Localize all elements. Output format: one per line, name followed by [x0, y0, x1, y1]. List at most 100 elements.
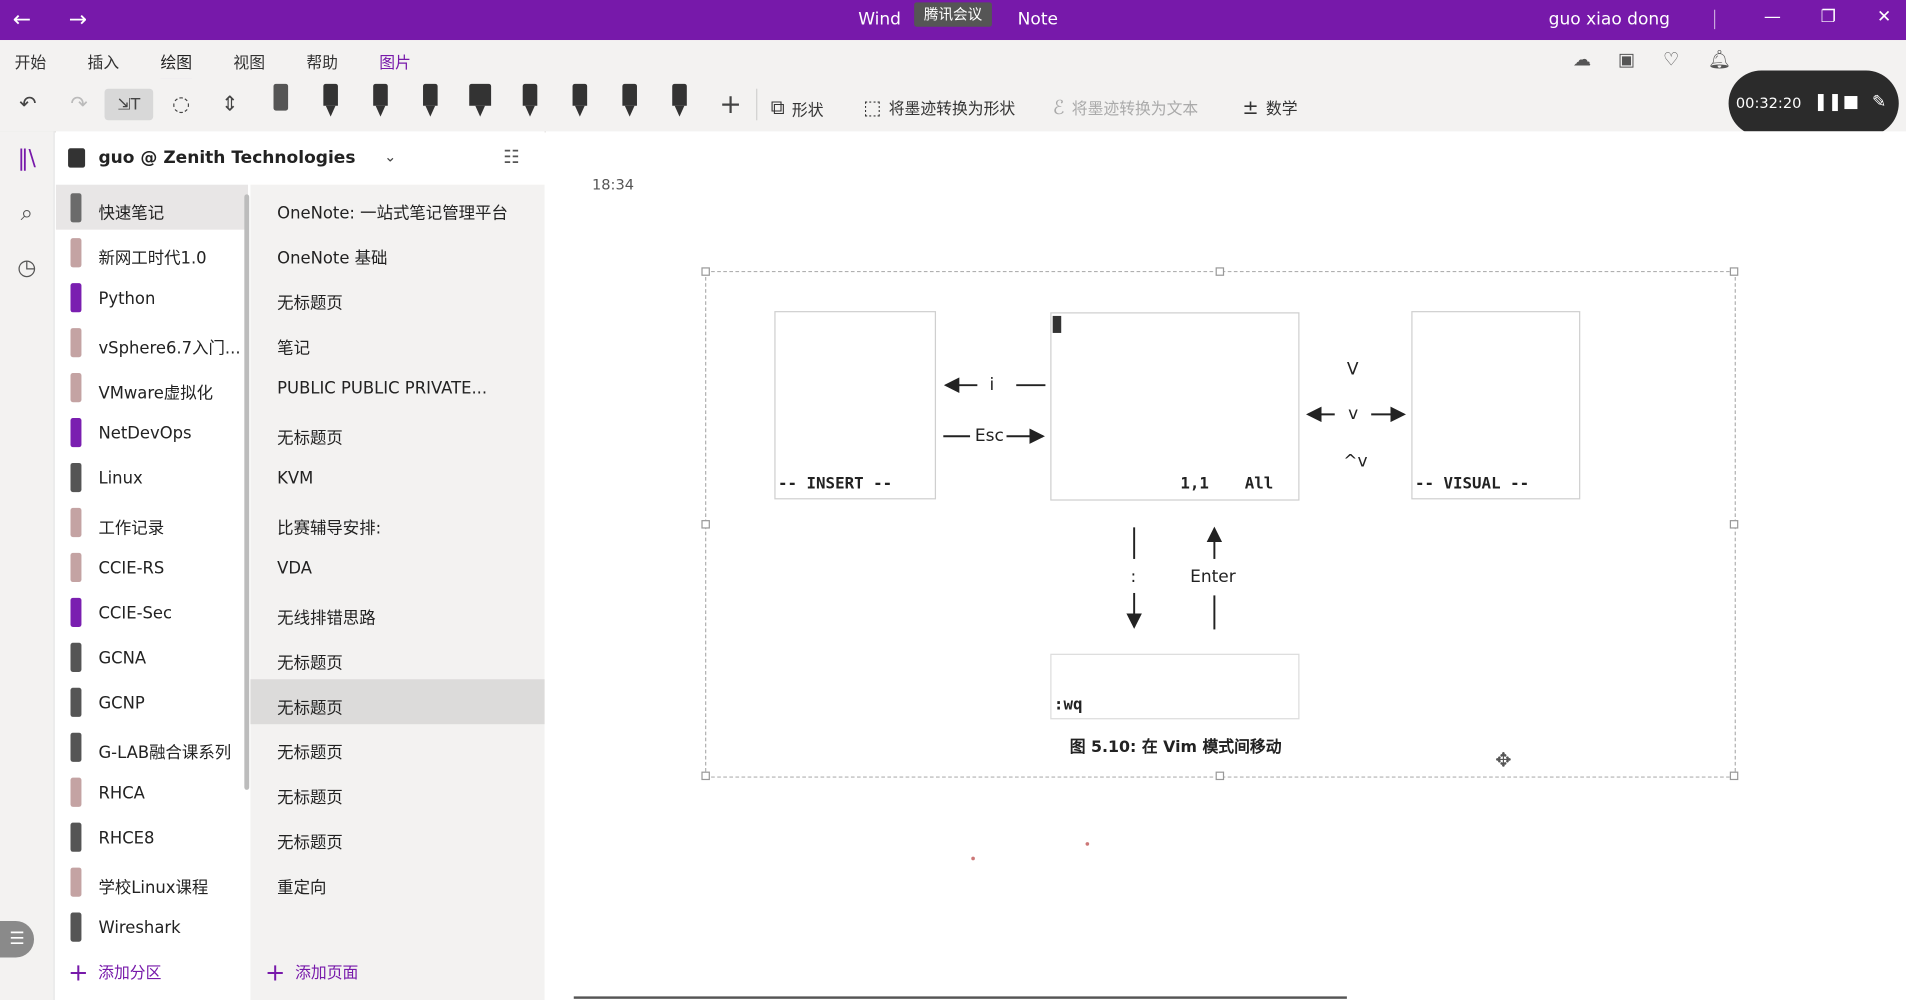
page-item[interactable]: 无标题页 — [250, 679, 545, 725]
page-item[interactable]: 无标题页 — [250, 814, 544, 859]
pen-tool-5-icon[interactable] — [571, 83, 588, 118]
page-item[interactable]: 无线排错思路 — [250, 589, 544, 634]
horizontal-scrollbar[interactable] — [573, 996, 1347, 999]
tab-insert[interactable]: 插入 — [88, 50, 120, 73]
section-item[interactable]: vSphere6.7入门... — [56, 320, 248, 365]
add-section-button[interactable]: + 添加分区 — [68, 956, 161, 987]
notebooks-icon[interactable]: ‖\ — [12, 143, 41, 172]
section-item[interactable]: 新网工时代1.0 — [56, 230, 248, 275]
stop-icon[interactable]: ■ — [1843, 92, 1859, 111]
back-arrow-icon[interactable]: ← — [7, 7, 36, 33]
page-item[interactable]: VDA — [250, 544, 544, 589]
pen-tool-2-icon[interactable] — [372, 83, 389, 118]
move-handle-icon[interactable]: ✥ — [1495, 749, 1511, 772]
sync-icon[interactable]: ☁ — [1573, 49, 1591, 71]
page-item[interactable]: KVM — [250, 454, 544, 499]
section-item[interactable]: RHCE8 — [56, 814, 248, 859]
math-button[interactable]: ± 数学 — [1242, 96, 1297, 119]
notebook-icon — [68, 148, 86, 168]
pen-annotate-icon[interactable]: ✎ — [1872, 92, 1886, 111]
section-item[interactable]: GCNP — [56, 679, 248, 724]
pen-tool-4-icon[interactable] — [521, 83, 538, 118]
notebook-header[interactable]: guo @ Zenith Technologies ⌄ ☷ — [55, 131, 545, 185]
highlighter-tool-icon[interactable] — [469, 83, 492, 118]
section-item[interactable]: Python — [56, 275, 248, 320]
tab-home[interactable]: 开始 — [15, 50, 47, 73]
section-item[interactable]: G-LAB融合课系列 — [56, 724, 248, 769]
ink-to-text-button[interactable]: ℰ 将墨迹转换为文本 — [1053, 96, 1199, 119]
search-icon[interactable]: ⌕ — [12, 198, 41, 227]
page-item[interactable]: PUBLIC PUBLIC PRIVATE... — [250, 365, 544, 410]
section-item[interactable]: RHCA — [56, 769, 248, 814]
tab-picture[interactable]: 图片 — [379, 50, 411, 73]
tab-draw[interactable]: 绘图 — [160, 50, 193, 82]
page-item[interactable]: 无标题页 — [250, 409, 544, 454]
sort-icon[interactable]: ☷ — [503, 146, 519, 168]
resize-handle[interactable] — [1729, 267, 1739, 276]
section-tab-icon — [70, 328, 82, 358]
pen-tool-6-icon[interactable] — [621, 83, 638, 118]
resize-handle[interactable] — [1215, 771, 1225, 781]
add-page-button[interactable]: + 添加页面 — [265, 959, 358, 983]
add-pen-icon[interactable]: + — [715, 89, 747, 121]
pen-tool-1-icon[interactable] — [322, 83, 339, 118]
chevron-down-icon[interactable]: ⌄ — [384, 148, 396, 165]
page-item[interactable]: 无标题页 — [250, 634, 544, 679]
forward-arrow-icon[interactable]: → — [63, 7, 92, 33]
pen-tool-7-icon[interactable] — [671, 83, 688, 118]
page-item[interactable]: OneNote: 一站式笔记管理平台 — [250, 185, 544, 230]
shapes-button[interactable]: ⧉ 形状 — [771, 96, 824, 120]
section-tab-icon — [70, 507, 82, 538]
ink-to-shape-button[interactable]: ⬚ 将墨迹转换为形状 — [863, 96, 1015, 119]
section-tab-icon — [70, 597, 82, 627]
eraser-tool-icon[interactable] — [272, 83, 289, 118]
minimize-icon[interactable]: — — [1758, 7, 1787, 26]
lasso-select-icon[interactable]: ◌ — [165, 89, 197, 121]
restore-icon[interactable]: ❐ — [1814, 7, 1843, 26]
resize-handle[interactable] — [701, 267, 710, 276]
add-space-icon[interactable]: ⇕ — [214, 89, 246, 121]
user-name[interactable]: guo xiao dong — [1549, 10, 1670, 29]
recent-clock-icon[interactable]: ◷ — [12, 253, 41, 282]
meeting-badge[interactable]: 腾讯会议 — [914, 2, 992, 27]
section-item[interactable]: 学校Linux课程 — [56, 859, 248, 904]
resize-handle[interactable] — [1215, 267, 1225, 276]
resize-handle[interactable] — [1729, 520, 1739, 529]
section-item[interactable]: 快速笔记 — [55, 184, 248, 230]
section-item[interactable]: CCIE-Sec — [56, 589, 248, 634]
type-select-icon[interactable]: ⇲T — [104, 88, 154, 121]
resize-handle[interactable] — [1729, 771, 1739, 781]
plus-icon: + — [68, 956, 89, 987]
resize-handle[interactable] — [701, 520, 710, 529]
lightbulb-icon[interactable]: ♡ — [1663, 49, 1679, 71]
page-item[interactable]: 无标题页 — [250, 769, 544, 814]
page-item[interactable]: 比赛辅导安排: — [250, 499, 544, 544]
section-tab-icon — [70, 822, 82, 852]
list-menu-icon[interactable]: ☰ — [0, 921, 35, 958]
section-item[interactable]: 工作记录 — [56, 499, 248, 544]
page-item[interactable]: 无标题页 — [250, 275, 544, 320]
section-item[interactable]: NetDevOps — [56, 409, 248, 454]
resize-handle[interactable] — [701, 771, 710, 781]
section-item[interactable]: GCNA — [56, 634, 248, 679]
section-item[interactable]: Linux — [56, 454, 248, 499]
section-item[interactable]: Wireshark — [56, 904, 248, 949]
page-item[interactable]: 笔记 — [250, 320, 544, 365]
section-item[interactable]: CCIE-RS — [56, 544, 248, 589]
page-item[interactable]: 无标题页 — [250, 724, 544, 769]
tab-view[interactable]: 视图 — [233, 50, 265, 73]
notification-bell-icon[interactable]: 🔔︎ — [1708, 49, 1731, 71]
redo-icon[interactable]: ↷ — [63, 89, 95, 121]
pause-icon[interactable]: ❚❚ — [1814, 92, 1843, 111]
pen-tool-3-icon[interactable] — [422, 83, 439, 118]
section-tab-icon — [70, 373, 82, 403]
pages-icon[interactable]: ▣ — [1618, 49, 1635, 71]
section-item[interactable]: VMware虚拟化 — [56, 365, 248, 410]
page-item[interactable]: 重定向 — [250, 859, 544, 904]
close-icon[interactable]: ✕ — [1870, 7, 1899, 26]
tab-help[interactable]: 帮助 — [306, 50, 338, 73]
section-scrollbar[interactable] — [244, 194, 250, 790]
undo-icon[interactable]: ↶ — [12, 89, 44, 121]
section-label: Python — [98, 289, 156, 309]
page-item[interactable]: OneNote 基础 — [250, 230, 544, 275]
